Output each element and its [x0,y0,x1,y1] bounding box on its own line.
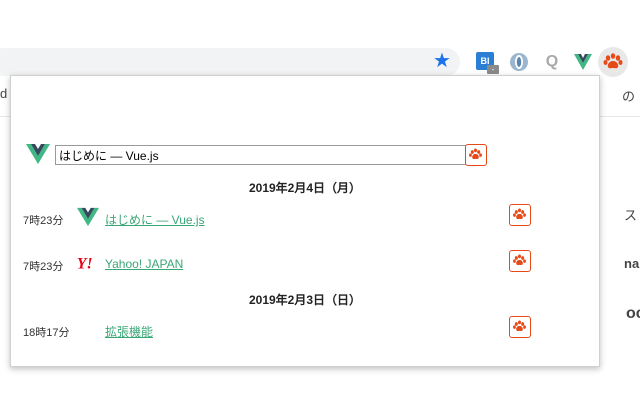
paw-extension-button[interactable] [598,47,628,77]
background-text: na [624,256,640,271]
vue-icon [77,207,99,227]
bl-extension-badge: - [487,65,499,74]
entry-paw-button[interactable] [509,316,531,338]
opera-extension-icon[interactable] [508,51,530,73]
background-text: d [0,86,8,101]
address-bar[interactable] [0,48,460,76]
entry-paw-button[interactable] [509,250,531,272]
search-input[interactable] [55,145,467,165]
history-entry: 18時17分 拡張機能 [11,316,599,342]
entry-time: 7時23分 [23,261,64,273]
date-header: 2019年2月3日（日） [248,293,362,307]
background-text: oc [626,305,640,322]
entry-link[interactable]: はじめに — Vue.js [105,211,205,228]
paw-icon [513,320,526,332]
entry-link[interactable]: Yahoo! JAPAN [105,257,183,271]
entry-time: 18時17分 [23,327,70,339]
entry-paw-button[interactable] [509,204,531,226]
search-paw-button[interactable] [465,144,487,166]
svg-text:Y!: Y! [77,256,93,273]
star-icon[interactable]: ★ [433,51,451,71]
history-entry: 7時23分 はじめに — Vue.js [11,204,599,230]
date-header: 2019年2月4日（月） [248,181,362,195]
entry-link[interactable]: 拡張機能 [105,323,153,340]
entry-time: 7時23分 [23,215,64,227]
vue-icon [26,144,50,164]
history-entry: 7時23分 Y! Yahoo! JAPAN [11,250,599,276]
q-extension-icon[interactable]: Q [541,51,563,73]
history-popup: 2019年2月4日（月） 7時23分 はじめに — Vue.js 7時23分 Y… [10,75,600,367]
paw-icon [513,254,526,266]
paw-icon [603,53,623,69]
paw-icon [513,208,526,220]
search-row [25,144,495,168]
background-text: の [622,89,636,104]
vue-devtools-extension-icon[interactable] [572,51,594,73]
background-text: ス [624,208,638,223]
paw-icon [469,148,482,160]
yahoo-icon: Y! [77,256,93,273]
